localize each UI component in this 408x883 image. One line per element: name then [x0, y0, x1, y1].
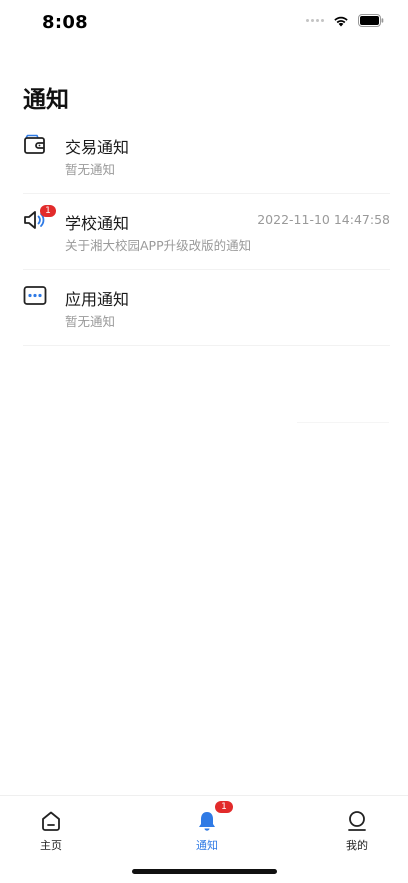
tab-notifications[interactable]: 1 通知	[162, 796, 252, 856]
tab-label: 通知	[196, 839, 218, 852]
notice-item-trade[interactable]: 交易通知 暂无通知	[23, 118, 390, 194]
notice-item-school[interactable]: 1 学校通知 2022-11-10 14:47:58 关于湘大校园APP升级改版…	[23, 194, 390, 270]
bell-icon	[199, 812, 215, 831]
notice-title: 学校通知	[65, 214, 130, 233]
tab-home[interactable]: 主页	[6, 796, 96, 856]
wifi-icon	[334, 16, 348, 26]
tab-label: 主页	[40, 839, 62, 852]
status-icons	[306, 14, 384, 27]
home-indicator[interactable]	[132, 869, 277, 874]
divider	[297, 422, 389, 423]
cellular-signal-icon	[306, 19, 324, 22]
page-title: 通知	[23, 87, 69, 113]
home-icon	[42, 811, 60, 831]
notice-item-app[interactable]: 应用通知 暂无通知	[23, 270, 390, 346]
notice-badge: 1	[40, 205, 56, 217]
tab-badge: 1	[215, 801, 233, 813]
battery-icon	[358, 14, 384, 27]
notice-time: 2022-11-10 14:47:58	[257, 212, 390, 227]
tab-label: 我的	[346, 839, 368, 852]
notice-subtitle: 关于湘大校园APP升级改版的通知	[65, 238, 252, 253]
profile-icon	[348, 811, 366, 831]
notifications-screen: 8:08 通知 交易通知 暂无通知 1 学校通知 2022-11-10 14:4…	[0, 0, 408, 883]
wallet-icon	[24, 134, 45, 154]
tab-mine[interactable]: 我的	[312, 796, 402, 856]
status-time: 8:08	[42, 12, 88, 33]
status-bar: 8:08	[0, 0, 408, 46]
notice-subtitle: 暂无通知	[65, 314, 116, 329]
notice-title: 应用通知	[65, 290, 130, 309]
notice-list: 交易通知 暂无通知 1 学校通知 2022-11-10 14:47:58 关于湘…	[0, 118, 408, 346]
chat-dots-icon	[23, 286, 47, 305]
notice-subtitle: 暂无通知	[65, 162, 116, 177]
notice-title: 交易通知	[65, 138, 130, 157]
